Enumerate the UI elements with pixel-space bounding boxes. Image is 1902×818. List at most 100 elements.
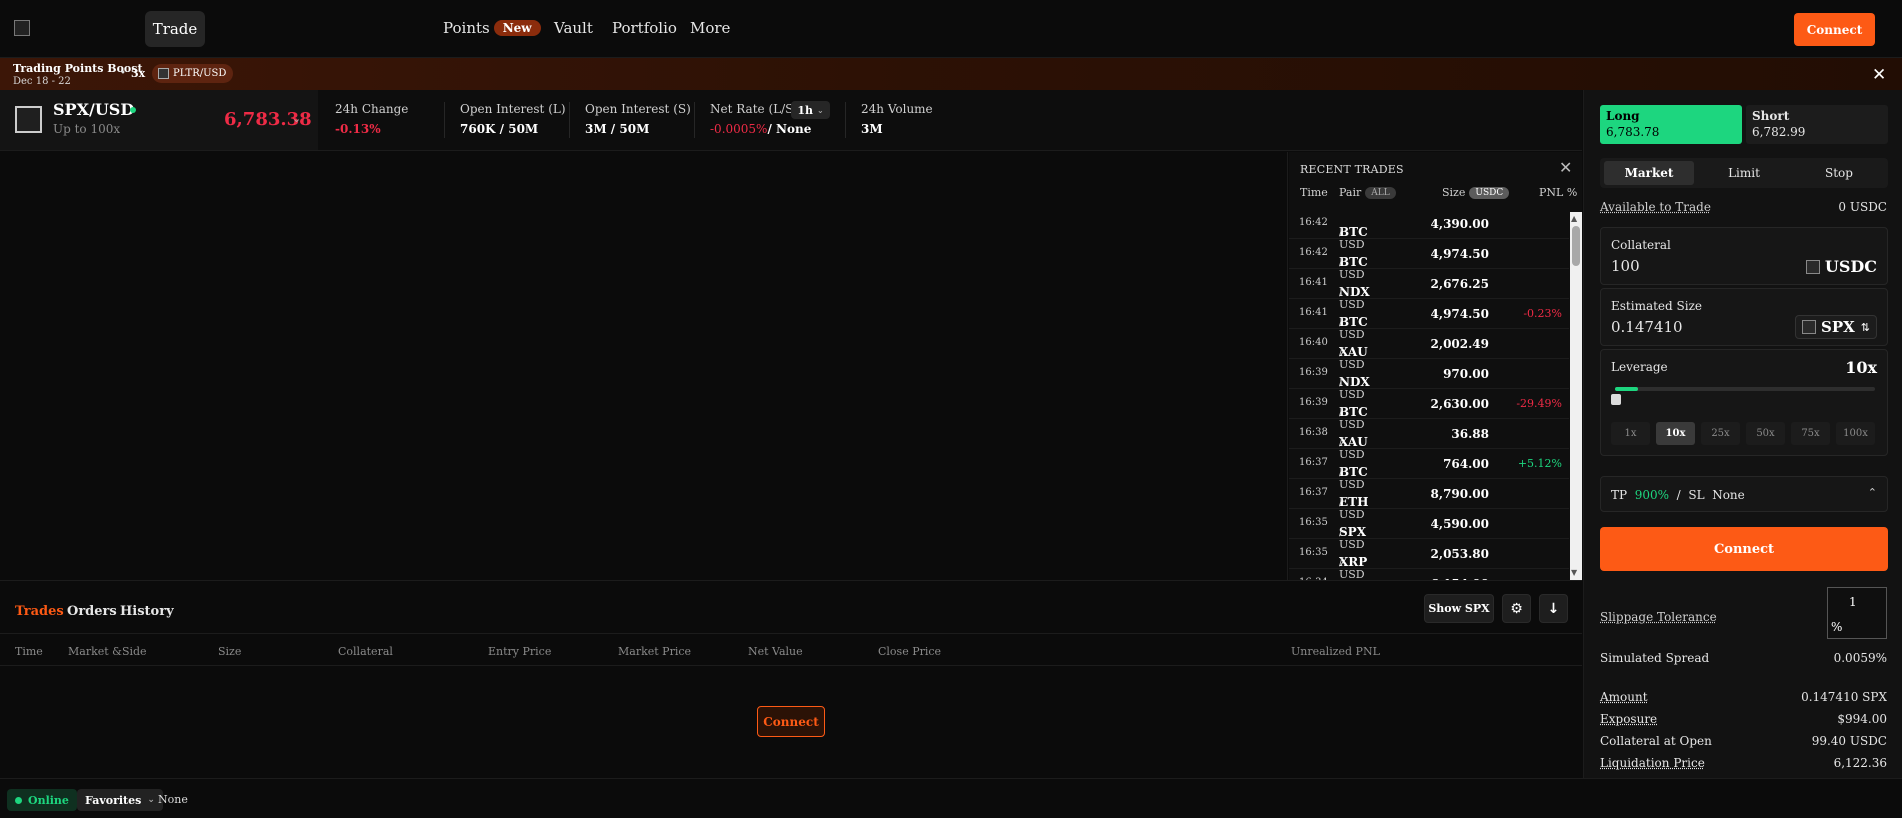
tab-orders[interactable]: Orders — [67, 604, 117, 619]
stat-divider — [694, 102, 695, 138]
tab-trades[interactable]: Trades — [15, 604, 64, 619]
pair-filter-pill[interactable]: ALL — [1365, 187, 1396, 199]
connect-wallet-button[interactable]: Connect — [757, 706, 825, 737]
nav-more[interactable]: More — [690, 19, 730, 37]
market-selector[interactable]: SPX/USD Up to 100x 6,783.38 ⌄ — [0, 90, 318, 150]
positions-panel: Trades Orders History Show SPX ⚙ ↓ Time … — [0, 580, 1582, 778]
nav-trade[interactable]: Trade — [145, 11, 205, 47]
scroll-down-icon[interactable]: ▼ — [1571, 568, 1577, 577]
amount-value: 0.147410 SPX — [1801, 690, 1887, 704]
trade-row: 16:38 XAU / USD 36.88 — [1289, 419, 1569, 461]
trade-row: 16:42 BTC / USD 4,390.00 — [1289, 209, 1569, 251]
leverage-preset-100x[interactable]: 100x — [1836, 422, 1875, 445]
trade-size: 8,790.00 — [1430, 487, 1489, 501]
collateral-field[interactable]: Collateral 100 USDC — [1600, 227, 1888, 285]
estimated-size-field[interactable]: Estimated Size 0.147410 SPX ⇅ — [1600, 288, 1888, 346]
trade-time: 16:37 — [1299, 487, 1328, 498]
scroll-up-icon[interactable]: ▲ — [1571, 214, 1577, 223]
estimated-size-input[interactable]: 0.147410 — [1611, 318, 1683, 336]
slippage-label: Slippage Tolerance — [1600, 610, 1717, 624]
trade-row: 16:35 XRP / USD 2,053.80 — [1289, 539, 1569, 580]
sl-value: None — [1712, 488, 1745, 502]
favorites-label: Favorites — [85, 793, 142, 807]
tab-history[interactable]: History — [120, 604, 174, 619]
collateral-input[interactable]: 100 — [1611, 257, 1640, 275]
col-size: Size USDC — [1442, 186, 1510, 199]
logo-icon[interactable] — [14, 20, 30, 36]
favorites-dropdown[interactable]: Favorites ⌄ — [77, 789, 163, 811]
leverage-preset-10x[interactable]: 10x — [1656, 422, 1695, 445]
arrow-down-icon[interactable]: ↓ — [1539, 594, 1568, 623]
banner-pair-chip[interactable]: PLTR/USD — [152, 64, 234, 83]
col-size-label: Size — [1442, 186, 1466, 199]
trade-time: 16:42 — [1299, 247, 1328, 258]
scroll-thumb[interactable] — [1572, 226, 1580, 266]
short-button[interactable]: Short 6,782.99 — [1746, 105, 1888, 144]
col-unrealized-pnl: Unrealized PNL — [1291, 645, 1380, 658]
leverage-preset-1x[interactable]: 1x — [1611, 422, 1650, 445]
price-chart-area[interactable] — [0, 152, 1288, 580]
sl-label: SL — [1688, 488, 1705, 502]
col-time: Time — [1300, 186, 1328, 199]
trade-size: 2,053.80 — [1430, 547, 1489, 561]
leverage-slider[interactable] — [1615, 387, 1875, 391]
nav-points[interactable]: Points New — [443, 19, 541, 37]
trade-size: 764.00 — [1443, 457, 1489, 471]
tab-market[interactable]: Market — [1604, 161, 1694, 185]
size-token-toggle[interactable]: SPX ⇅ — [1795, 315, 1877, 339]
liquidation-price-value: 6,122.36 — [1833, 756, 1887, 770]
trade-row: 16:42 BTC / USD 4,974.50 — [1289, 239, 1569, 281]
gear-icon[interactable]: ⚙ — [1502, 594, 1531, 623]
tab-limit[interactable]: Limit — [1699, 161, 1789, 185]
stat-oi-long-value: 760K / 50M — [460, 122, 539, 136]
trade-row: 16:34SPX / USD6,154.00 — [1289, 569, 1569, 580]
max-leverage-note: Up to 100x — [53, 122, 121, 136]
close-icon[interactable]: ✕ — [1559, 158, 1572, 177]
spread-value: 0.0059% — [1833, 651, 1887, 665]
leverage-value: 10x — [1845, 358, 1877, 377]
nav-portfolio[interactable]: Portfolio — [612, 19, 677, 37]
trade-row: 16:37 BTC / USD 764.00 +5.12% — [1289, 449, 1569, 491]
swap-icon: ⇅ — [1860, 320, 1870, 334]
timeframe-select[interactable]: 1h ⌄ — [791, 101, 830, 119]
trade-time: 16:41 — [1299, 277, 1328, 288]
tp-label: TP — [1611, 488, 1628, 502]
banner-multiplier: 3x — [131, 67, 146, 80]
size-unit-pill[interactable]: USDC — [1469, 187, 1510, 199]
chevron-up-icon: ⌃ — [1867, 486, 1877, 499]
stat-net-rate-value: -0.0005%/ None — [710, 122, 811, 136]
usdc-icon — [1805, 260, 1820, 274]
leverage-preset-25x[interactable]: 25x — [1701, 422, 1740, 445]
leverage-preset-75x[interactable]: 75x — [1791, 422, 1830, 445]
recent-trades-scrollbar[interactable]: ▲ ▼ — [1570, 212, 1582, 580]
tab-stop[interactable]: Stop — [1794, 161, 1884, 185]
show-spx-button[interactable]: Show SPX — [1424, 594, 1494, 623]
top-nav: Trade Points New Vault Portfolio More Con… — [0, 0, 1902, 58]
chevron-down-icon: ⌄ — [816, 105, 824, 115]
stat-oi-short-label: Open Interest (S) — [585, 102, 691, 116]
chevron-down-icon[interactable]: ⌄ — [292, 112, 301, 125]
spread-label: Simulated Spread — [1600, 651, 1710, 665]
trade-size: 970.00 — [1443, 367, 1489, 381]
estimated-size-label: Estimated Size — [1611, 299, 1703, 313]
favorites-value: None — [158, 793, 188, 806]
connect-wallet-button[interactable]: Connect — [1600, 527, 1888, 571]
trade-size: 4,590.00 — [1430, 517, 1489, 531]
col-entry-price: Entry Price — [488, 645, 552, 658]
leverage-label: Leverage — [1611, 360, 1668, 374]
nav-vault[interactable]: Vault — [554, 19, 593, 37]
online-dot — [15, 796, 22, 804]
leverage-slider-fill — [1615, 387, 1639, 391]
leverage-slider-handle[interactable] — [1611, 394, 1621, 405]
tp-sl-toggle[interactable]: TP 900% / SL None ⌃ — [1600, 476, 1888, 512]
status-label: Online — [28, 793, 69, 807]
long-button[interactable]: Long 6,783.78 — [1600, 105, 1742, 144]
app-root: Trade Points New Vault Portfolio More Con… — [0, 0, 1902, 818]
banner-close-icon[interactable]: ✕ — [1872, 65, 1886, 85]
trade-time: 16:42 — [1299, 217, 1328, 228]
leverage-preset-50x[interactable]: 50x — [1746, 422, 1785, 445]
amount-label: Amount — [1600, 690, 1648, 704]
slippage-input[interactable]: 1 % — [1827, 587, 1887, 639]
stat-24h-change-value: -0.13% — [335, 122, 381, 136]
connect-wallet-button[interactable]: Connect — [1794, 13, 1875, 46]
